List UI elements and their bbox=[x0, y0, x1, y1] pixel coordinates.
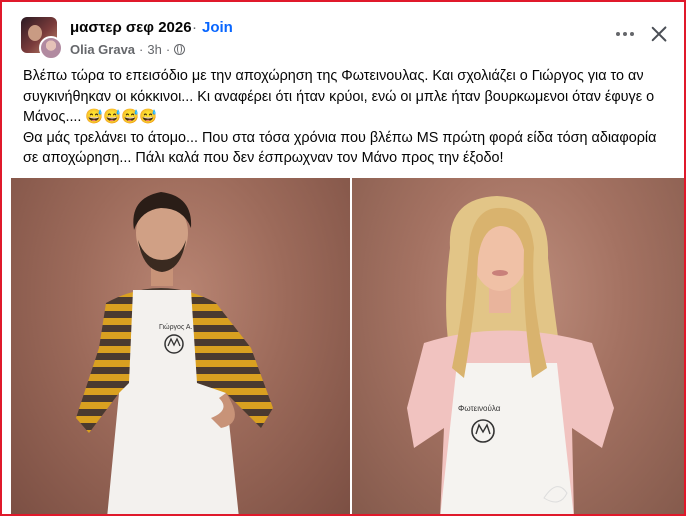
left-apron-name: Γιώργος Α. bbox=[159, 324, 193, 331]
meta-separator-2: · bbox=[165, 42, 171, 57]
meta-separator: · bbox=[139, 42, 144, 57]
header-separator: · bbox=[192, 19, 197, 36]
author-avatar[interactable] bbox=[39, 36, 63, 60]
post-header: μαστερ σεφ 2026 · Join Olia Grava · 3h · bbox=[2, 2, 684, 62]
photo-right[interactable]: Φωτεινούλα bbox=[352, 178, 684, 514]
join-button[interactable]: Join bbox=[202, 19, 233, 36]
more-icon[interactable] bbox=[612, 24, 638, 44]
post-meta: Olia Grava · 3h · bbox=[70, 42, 186, 57]
photo-left[interactable]: Γιώργος Α. bbox=[11, 178, 350, 514]
photo-right-illustration bbox=[407, 196, 614, 514]
post-paragraph-2: Θα μάς τρελάνει το άτομο... Που στα τόσα… bbox=[23, 129, 657, 167]
post-timestamp[interactable]: 3h bbox=[147, 42, 161, 57]
post-card: μαστερ σεφ 2026 · Join Olia Grava · 3h ·… bbox=[0, 0, 686, 516]
group-name-link[interactable]: μαστερ σεφ 2026 bbox=[70, 19, 192, 36]
close-icon[interactable] bbox=[647, 22, 671, 46]
post-body: Βλέπω τώρα το επεισόδιο με την αποχώρηση… bbox=[23, 66, 673, 169]
post-paragraph-1: Βλέπω τώρα το επεισόδιο με την αποχώρηση… bbox=[23, 68, 655, 126]
photo-grid: Γιώργος Α. Φωτεινούλα bbox=[11, 178, 684, 514]
right-apron-name: Φωτεινούλα bbox=[458, 404, 501, 413]
photo-left-illustration bbox=[76, 192, 273, 514]
globe-icon bbox=[174, 44, 186, 55]
author-name-link[interactable]: Olia Grava bbox=[70, 42, 135, 57]
